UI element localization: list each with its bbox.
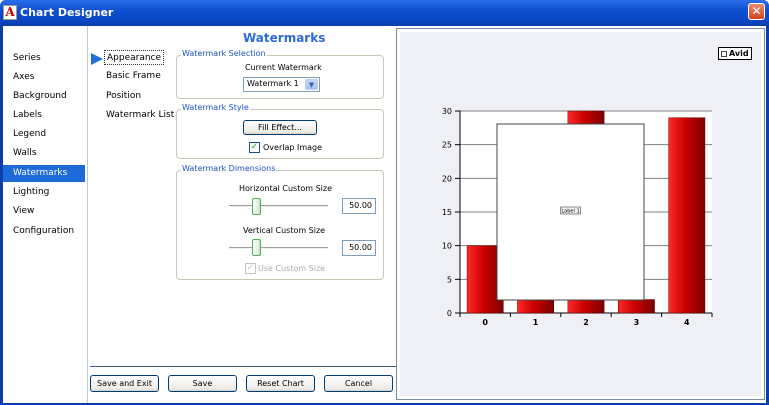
bar (517, 299, 554, 314)
window-title: Chart Designer (20, 6, 114, 19)
y-tick-label: 0 (447, 309, 452, 318)
reset-chart-button[interactable]: Reset Chart (246, 375, 315, 392)
x-tick-label: 3 (634, 318, 640, 327)
cancel-button[interactable]: Cancel (324, 375, 393, 392)
save-button[interactable]: Save (168, 375, 237, 392)
y-tick-label: 20 (442, 174, 452, 183)
bar (668, 117, 706, 314)
app-icon: A (3, 5, 17, 20)
subnav-item-watermark-list[interactable]: Watermark List (104, 108, 176, 123)
sidebar-item-configuration[interactable]: Configuration (3, 223, 85, 240)
horizontal-size-input[interactable]: 50.00 (342, 198, 376, 214)
panel-title: Watermarks (243, 31, 326, 45)
subnav-item-basic-frame[interactable]: Basic Frame (104, 69, 163, 84)
x-tick-label: 0 (482, 318, 488, 327)
current-watermark-value: Watermark 1 (247, 79, 299, 88)
bar (618, 299, 655, 314)
client-area: Series Axes Background Labels Legend Wal… (3, 26, 766, 403)
group-label: Watermark Style (181, 103, 250, 112)
vertical-size-slider-track[interactable] (229, 247, 328, 250)
watermark-selection-group: Watermark Selection Current Watermark Wa… (176, 49, 384, 99)
chart-preview: Avid 0 5 10 15 20 25 30 0 1 2 3 4 Label 1 (400, 32, 761, 396)
sidebar-item-legend[interactable]: Legend (3, 126, 85, 143)
sidebar-item-walls[interactable]: Walls (3, 145, 85, 162)
overlap-image-label: Overlap Image (263, 143, 323, 152)
sidebar-divider (87, 26, 88, 403)
sidebar-nav: Series Axes Background Labels Legend Wal… (3, 26, 87, 403)
subnav-item-position[interactable]: Position (104, 89, 143, 104)
y-tick-label: 30 (442, 107, 452, 116)
vertical-size-input[interactable]: 50.00 (342, 240, 376, 256)
watermark-dimensions-group: Watermark Dimensions Horizontal Custom S… (176, 164, 384, 280)
save-and-exit-button[interactable]: Save and Exit (90, 375, 159, 392)
sidebar-item-axes[interactable]: Axes (3, 69, 85, 86)
horizontal-size-label: Horizontal Custom Size (239, 184, 333, 193)
chevron-down-icon[interactable]: ▼ (305, 79, 318, 90)
sidebar-item-view[interactable]: View (3, 203, 85, 220)
chart-designer-window: A Chart Designer ✕ Series Axes Backgroun… (0, 0, 769, 405)
overlap-image-checkbox[interactable]: ✓ (249, 142, 260, 153)
title-bar[interactable]: A Chart Designer ✕ (0, 0, 769, 26)
group-label: Watermark Dimensions (181, 164, 277, 173)
horizontal-size-slider-thumb[interactable] (252, 198, 261, 215)
sidebar-item-lighting[interactable]: Lighting (3, 184, 85, 201)
y-tick-label: 25 (442, 141, 452, 150)
subnav-item-appearance[interactable]: Appearance (104, 50, 165, 65)
use-custom-size-label: Use Custom Size (258, 264, 326, 273)
group-label: Watermark Selection (181, 49, 267, 58)
sidebar-item-labels[interactable]: Labels (3, 107, 85, 124)
close-button[interactable]: ✕ (748, 3, 765, 20)
current-watermark-label: Current Watermark (245, 63, 322, 72)
watermark-label: Label 1 (561, 209, 579, 215)
vertical-size-label: Vertical Custom Size (243, 226, 326, 235)
sidebar-item-watermarks[interactable]: Watermarks (3, 165, 85, 182)
footer-divider (90, 366, 396, 367)
use-custom-size-checkbox[interactable]: ✓ (245, 263, 256, 274)
x-tick-label: 2 (583, 318, 589, 327)
y-tick-label: 10 (442, 242, 452, 251)
sidebar-item-background[interactable]: Background (3, 88, 85, 105)
x-tick-label: 1 (533, 318, 539, 327)
fill-effect-button[interactable]: Fill Effect... (243, 120, 317, 135)
x-tick-label: 4 (684, 318, 690, 327)
sidebar-item-series[interactable]: Series (3, 50, 85, 67)
y-tick-label: 15 (442, 208, 452, 217)
vertical-size-slider-thumb[interactable] (252, 239, 261, 256)
subnav-pointer-icon (91, 53, 103, 65)
watermark-style-group: Watermark Style Fill Effect... ✓ Overlap… (176, 103, 384, 159)
chart-canvas: 0 5 10 15 20 25 30 0 1 2 3 4 Label 1 (442, 107, 713, 327)
current-watermark-select[interactable]: Watermark 1 ▼ (243, 77, 320, 92)
horizontal-size-slider-track[interactable] (229, 205, 328, 208)
y-tick-label: 5 (447, 275, 452, 284)
